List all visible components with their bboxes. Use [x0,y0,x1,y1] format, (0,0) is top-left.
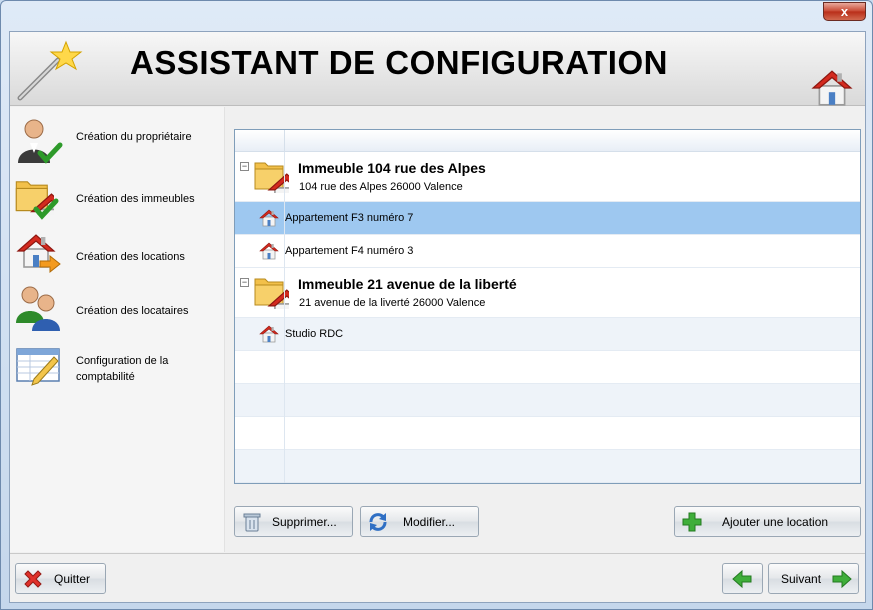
close-x-icon [24,570,42,588]
empty-row [235,351,860,384]
rental-row[interactable]: Appartement F4 numéro 3 [235,235,860,268]
step-owner-label: Création du propriétaire [76,131,192,143]
rental-row[interactable]: Studio RDC [235,318,860,351]
back-button[interactable] [722,563,763,594]
step-accounting-label: Configuration de la comptabilité [76,353,168,385]
step-rentals[interactable]: Création des locations [14,227,224,281]
building-address: 21 avenue de la liverté 26000 Valence [299,297,486,309]
next-button[interactable]: Suivant [768,563,859,594]
collapse-toggle[interactable]: − [240,278,249,287]
delete-label: Supprimer... [272,515,337,529]
building-row[interactable]: − Immeuble 104 rue des Alpes 104 rue des… [235,152,860,202]
next-label: Suivant [781,572,822,586]
step-buildings-label: Création des immeubles [76,193,195,205]
building-title: Immeuble 104 rue des Alpes [298,160,486,176]
close-button[interactable]: x [823,2,866,21]
users-icon [16,286,60,331]
building-address: 104 rue des Alpes 26000 Valence [299,181,463,193]
step-rentals-label: Création des locations [76,251,185,263]
grid-column-divider [284,152,285,483]
rental-label: Appartement F4 numéro 3 [285,245,414,257]
collapse-toggle[interactable]: − [240,162,249,171]
wizard-client-area: ASSISTANT DE CONFIGURATION Création du p… [9,31,866,603]
building-title: Immeuble 21 avenue de la liberté [298,276,517,292]
house-icon [259,208,279,228]
trash-icon [243,513,261,532]
edit-button[interactable]: Modifier... [360,506,479,537]
quit-button[interactable]: Quitter [15,563,106,594]
step-tenants-label: Création des locataires [76,305,189,317]
house-arrow-icon [17,234,61,274]
rental-label: Studio RDC [285,328,344,340]
add-rental-label: Ajouter une location [722,515,829,529]
refresh-icon [369,513,387,531]
ledger-pencil-icon [16,348,60,386]
rentals-tree-grid[interactable]: − Immeuble 104 rue des Alpes 104 rue des… [234,129,861,484]
step-buildings[interactable]: Création des immeubles [14,171,224,225]
grid-header [235,130,860,152]
wizard-footer: Quitter Suivant [10,553,865,602]
plus-icon [682,512,702,532]
step-accounting-label-line1: Configuration de la [76,355,169,367]
empty-row [235,450,860,483]
house-icon [259,324,279,344]
add-rental-button[interactable]: Ajouter une location [674,506,861,537]
quit-label: Quitter [54,572,91,586]
wizard-window: x ASSISTANT DE CONFIGURATION Création du… [0,0,873,610]
folder-house-check-icon [14,171,59,220]
magic-wand-icon [17,40,83,101]
step-accounting[interactable]: Configuration de la comptabilité [14,341,224,395]
building-row[interactable]: − Immeuble 21 avenue de la liberté 21 av… [235,268,860,318]
empty-row [235,384,860,417]
step-owner[interactable]: Création du propriétaire [14,117,224,171]
house-icon [811,66,853,110]
delete-button[interactable]: Supprimer... [234,506,353,537]
arrow-left-icon [732,569,752,589]
empty-row [235,417,860,450]
edit-label: Modifier... [403,515,456,529]
arrow-right-icon [832,569,852,589]
rental-row[interactable]: Appartement F3 numéro 7 [235,202,860,235]
step-accounting-label-line2: comptabilité [76,371,135,383]
rental-label: Appartement F3 numéro 7 [285,212,414,224]
grid-header-separator [284,130,285,152]
step-tenants[interactable]: Création des locataires [14,283,224,337]
house-icon [259,241,279,261]
page-title: ASSISTANT DE CONFIGURATION [130,44,668,81]
wizard-header: ASSISTANT DE CONFIGURATION [10,32,865,106]
wizard-steps-sidebar: Création du propriétaire Création des im… [10,107,225,552]
user-check-icon [18,119,63,164]
